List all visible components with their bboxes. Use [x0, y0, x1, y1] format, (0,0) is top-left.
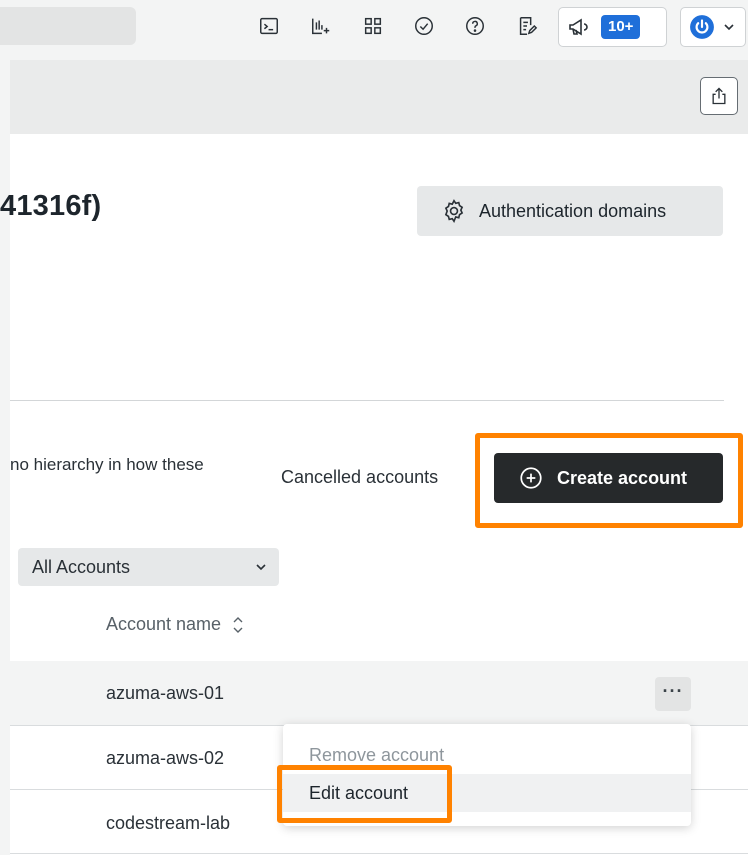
- authentication-domains-button[interactable]: Authentication domains: [417, 186, 723, 236]
- top-nav-bar: 10+: [0, 0, 748, 56]
- table-row-account-name[interactable]: azuma-aws-01: [106, 683, 224, 704]
- feedback-icon[interactable]: [512, 11, 542, 41]
- notification-badge: 10+: [601, 15, 641, 39]
- checkmark-circle-icon[interactable]: [409, 11, 439, 41]
- page-header-bar: [10, 60, 748, 134]
- search-bar[interactable]: [0, 7, 136, 45]
- gear-icon: [444, 199, 464, 224]
- authentication-domains-label: Authentication domains: [479, 200, 667, 221]
- sort-icon: [233, 616, 243, 633]
- apps-grid-icon[interactable]: [358, 11, 388, 41]
- page-title: 41316f): [0, 190, 102, 222]
- section-divider: [10, 400, 724, 401]
- description-text: no hierarchy in how these: [10, 455, 204, 474]
- account-filter-value: All Accounts: [32, 556, 131, 577]
- column-header-label: Account name: [106, 614, 222, 634]
- table-row-account-name[interactable]: azuma-aws-02: [106, 748, 224, 769]
- whats-new-button[interactable]: 10+: [558, 7, 667, 47]
- account-filter-select[interactable]: All Accounts: [18, 548, 279, 586]
- chevron-down-icon: [724, 24, 734, 31]
- highlight-create-account: [475, 433, 743, 528]
- share-button[interactable]: [700, 77, 738, 115]
- share-icon: [712, 87, 726, 105]
- column-header-account-name[interactable]: Account name: [106, 614, 245, 635]
- cancelled-accounts-link[interactable]: Cancelled accounts: [281, 467, 438, 488]
- row-actions-button[interactable]: ···: [655, 677, 691, 711]
- user-menu-button[interactable]: [680, 7, 746, 47]
- add-chart-icon[interactable]: [306, 11, 336, 41]
- table-row-account-name[interactable]: codestream-lab: [106, 813, 230, 834]
- row-divider: [10, 853, 748, 854]
- help-icon[interactable]: [460, 11, 490, 41]
- terminal-icon[interactable]: [254, 11, 284, 41]
- megaphone-icon: [569, 18, 588, 36]
- power-icon: [690, 15, 714, 39]
- chevron-down-icon: [256, 564, 266, 571]
- highlight-edit-account: [277, 765, 452, 823]
